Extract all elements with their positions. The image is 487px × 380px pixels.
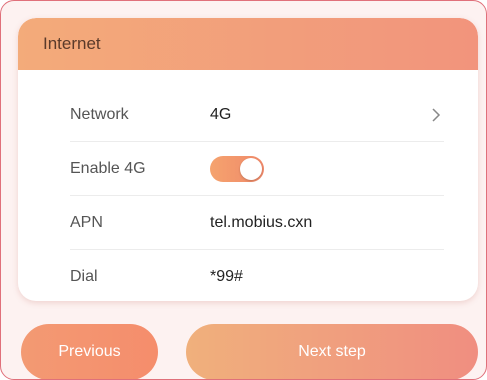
card-header: Internet: [18, 18, 478, 70]
network-value: 4G: [210, 105, 232, 123]
dial-label: Dial: [70, 268, 98, 285]
chevron-right-icon[interactable]: [428, 107, 444, 123]
network-label: Network: [70, 105, 129, 123]
dial-value[interactable]: *99#: [210, 268, 444, 286]
apn-label: APN: [70, 213, 103, 231]
internet-card: Internet Network 4G Enable 4G APN tel.mo…: [18, 18, 478, 301]
enable-4g-toggle[interactable]: [210, 155, 264, 182]
enable-4g-label: Enable 4G: [70, 159, 146, 177]
setup-frame: Internet Network 4G Enable 4G APN tel.mo…: [0, 0, 487, 380]
card-title: Internet: [43, 34, 101, 53]
dial-row: Dial *99#: [70, 250, 444, 301]
toggle-knob: [240, 157, 262, 180]
next-step-button[interactable]: Next step: [186, 324, 478, 379]
network-row[interactable]: Network 4G: [70, 88, 444, 142]
apn-row: APN tel.mobius.cxn: [70, 196, 444, 250]
enable-4g-row: Enable 4G: [70, 142, 444, 196]
previous-button[interactable]: Previous: [21, 324, 158, 379]
apn-value[interactable]: tel.mobius.cxn: [210, 214, 444, 232]
